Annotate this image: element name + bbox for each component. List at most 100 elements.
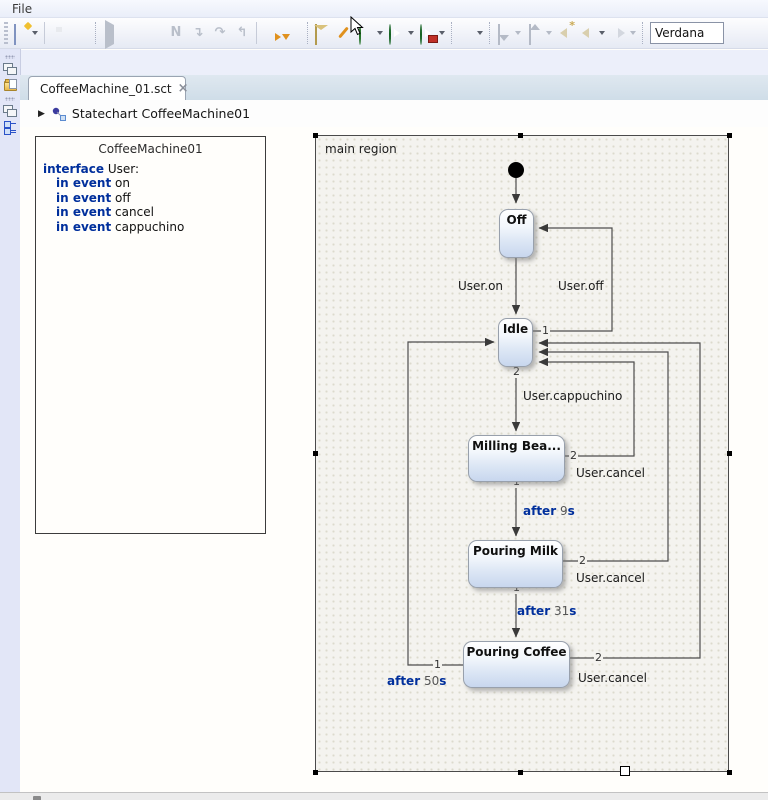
outline-icon xyxy=(4,121,11,128)
state-off[interactable]: Off xyxy=(499,209,534,258)
step-into-icon: ↴ xyxy=(192,25,204,40)
resume-icon xyxy=(105,20,114,49)
breadcrumb-expand-icon[interactable]: ▶ xyxy=(38,109,45,119)
breadcrumb: ▶ Statechart CoffeeMachine01 xyxy=(20,100,768,128)
priority-idle-to-milling[interactable]: 2 xyxy=(512,366,521,378)
profile-button[interactable] xyxy=(417,21,448,45)
project-explorer-button[interactable] xyxy=(3,79,17,91)
toolbar-grip[interactable] xyxy=(4,22,8,44)
initial-state[interactable] xyxy=(508,162,524,178)
restore-view-button[interactable] xyxy=(3,105,17,117)
status-bar xyxy=(0,792,768,800)
restore-view-icon xyxy=(7,67,17,75)
pause-button[interactable] xyxy=(121,21,143,45)
menu-file[interactable]: File xyxy=(8,1,36,17)
run-button[interactable] xyxy=(386,21,417,45)
transition-pouring-coffee-to-idle xyxy=(407,337,495,666)
resume-button[interactable] xyxy=(99,20,121,49)
restore-view-button[interactable] xyxy=(3,63,17,75)
export-button[interactable] xyxy=(524,21,555,45)
priority-pouring-coffee-cancel[interactable]: 2 xyxy=(594,652,603,664)
priority-pouring-coffee-to-idle[interactable]: 1 xyxy=(433,659,442,671)
toolbar-separator xyxy=(489,22,490,44)
skip-breakpoints-button[interactable]: N xyxy=(165,21,187,45)
save-button[interactable] xyxy=(48,21,70,45)
forward-button[interactable] xyxy=(608,21,639,45)
profile-dropdown-arrow[interactable] xyxy=(439,31,445,35)
mouse-cursor xyxy=(350,16,364,36)
outline-view-button[interactable] xyxy=(3,121,17,135)
selection-handle-bottom-left[interactable] xyxy=(313,770,318,775)
selection-handle-mid-right[interactable] xyxy=(727,451,732,456)
run-icon xyxy=(389,24,391,45)
perspective-band xyxy=(0,50,768,75)
label-user-cancel-milling[interactable]: User.cancel xyxy=(576,466,645,480)
page-icon xyxy=(9,79,17,89)
selection-handle-bottom-mid[interactable] xyxy=(518,770,523,775)
selection-handle-top-right[interactable] xyxy=(727,133,732,138)
state-pouring-coffee[interactable]: Pouring Coffee xyxy=(463,641,570,688)
debug-dropdown-arrow[interactable] xyxy=(377,31,383,35)
selection-handle-bottom-right[interactable] xyxy=(727,770,732,775)
label-after-50s[interactable]: after 50s xyxy=(387,674,446,688)
label-after-31s[interactable]: after 31s xyxy=(517,604,576,618)
toolbar-separator xyxy=(44,22,45,44)
state-idle[interactable]: Idle xyxy=(498,318,533,367)
step-return-icon: ↰ xyxy=(236,25,248,40)
transition-wires xyxy=(407,178,701,666)
import-dropdown-arrow[interactable] xyxy=(515,31,521,35)
simulation-icon xyxy=(315,24,317,45)
toolbar-separator xyxy=(451,22,452,44)
last-edit-location-button[interactable] xyxy=(555,21,577,45)
selection-handle-resize[interactable] xyxy=(620,766,630,776)
import-button[interactable] xyxy=(493,21,524,45)
back-button[interactable] xyxy=(577,21,608,45)
menu-bar: File xyxy=(0,0,768,18)
terminate-button[interactable] xyxy=(143,21,165,45)
step-return-button[interactable]: ↰ xyxy=(231,21,253,45)
new-dropdown-arrow[interactable] xyxy=(32,31,38,35)
label-user-off[interactable]: User.off xyxy=(558,279,604,293)
generate-artifacts-button[interactable] xyxy=(282,21,304,45)
label-user-on[interactable]: User.on xyxy=(458,279,503,293)
priority-idle-to-off[interactable]: 1 xyxy=(541,325,550,337)
simulation-button[interactable] xyxy=(311,21,333,45)
format-diagram-button[interactable] xyxy=(455,21,486,45)
state-pouring-milk[interactable]: Pouring Milk xyxy=(468,540,563,588)
import-icon xyxy=(498,24,500,45)
editor-tab-strip: CoffeeMachine_01.sct × xyxy=(20,75,768,101)
label-user-cancel-pouring-milk[interactable]: User.cancel xyxy=(576,571,645,585)
selection-handle-mid-left[interactable] xyxy=(313,451,318,456)
state-milling-beans[interactable]: Milling Bea... xyxy=(468,435,565,482)
step-over-button[interactable]: ↷ xyxy=(209,21,231,45)
priority-pouring-milk-cancel[interactable]: 2 xyxy=(578,555,587,567)
label-user-cancel-pouring-coffee[interactable]: User.cancel xyxy=(578,671,647,685)
selection-handle-top-mid[interactable] xyxy=(518,133,523,138)
sidebar-grip[interactable] xyxy=(5,97,15,101)
label-user-cappuchino[interactable]: User.cappuchino xyxy=(523,389,622,403)
save-all-button[interactable] xyxy=(70,21,92,45)
restore-view-icon xyxy=(7,109,17,117)
selection-handle-top-left[interactable] xyxy=(313,133,318,138)
tab-close-icon[interactable]: × xyxy=(178,82,189,95)
forward-dropdown-arrow[interactable] xyxy=(630,31,636,35)
font-combo-input[interactable] xyxy=(651,26,725,40)
tab-coffeemachine-01[interactable]: CoffeeMachine_01.sct × xyxy=(28,76,189,100)
format-dropdown-arrow[interactable] xyxy=(477,31,483,35)
run-dropdown-arrow[interactable] xyxy=(408,31,414,35)
priority-milling-cancel[interactable]: 2 xyxy=(569,450,578,462)
sidebar-grip[interactable] xyxy=(5,55,15,59)
skip-breakpoints-icon: N xyxy=(170,25,182,40)
run-last-tool-button[interactable] xyxy=(260,21,282,45)
breadcrumb-label[interactable]: Statechart CoffeeMachine01 xyxy=(72,106,250,121)
tab-title: CoffeeMachine_01.sct xyxy=(40,81,172,96)
step-into-button[interactable]: ↴ xyxy=(187,21,209,45)
label-after-9s[interactable]: after 9s xyxy=(523,504,575,518)
diagram-canvas[interactable]: CoffeeMachine01 interface User: in event… xyxy=(20,127,768,792)
outline-icon xyxy=(4,128,11,135)
outline-icon xyxy=(11,123,16,124)
back-dropdown-arrow[interactable] xyxy=(599,31,605,35)
export-dropdown-arrow[interactable] xyxy=(546,31,552,35)
font-combo[interactable] xyxy=(650,22,725,44)
new-wizard-button[interactable] xyxy=(10,21,41,45)
